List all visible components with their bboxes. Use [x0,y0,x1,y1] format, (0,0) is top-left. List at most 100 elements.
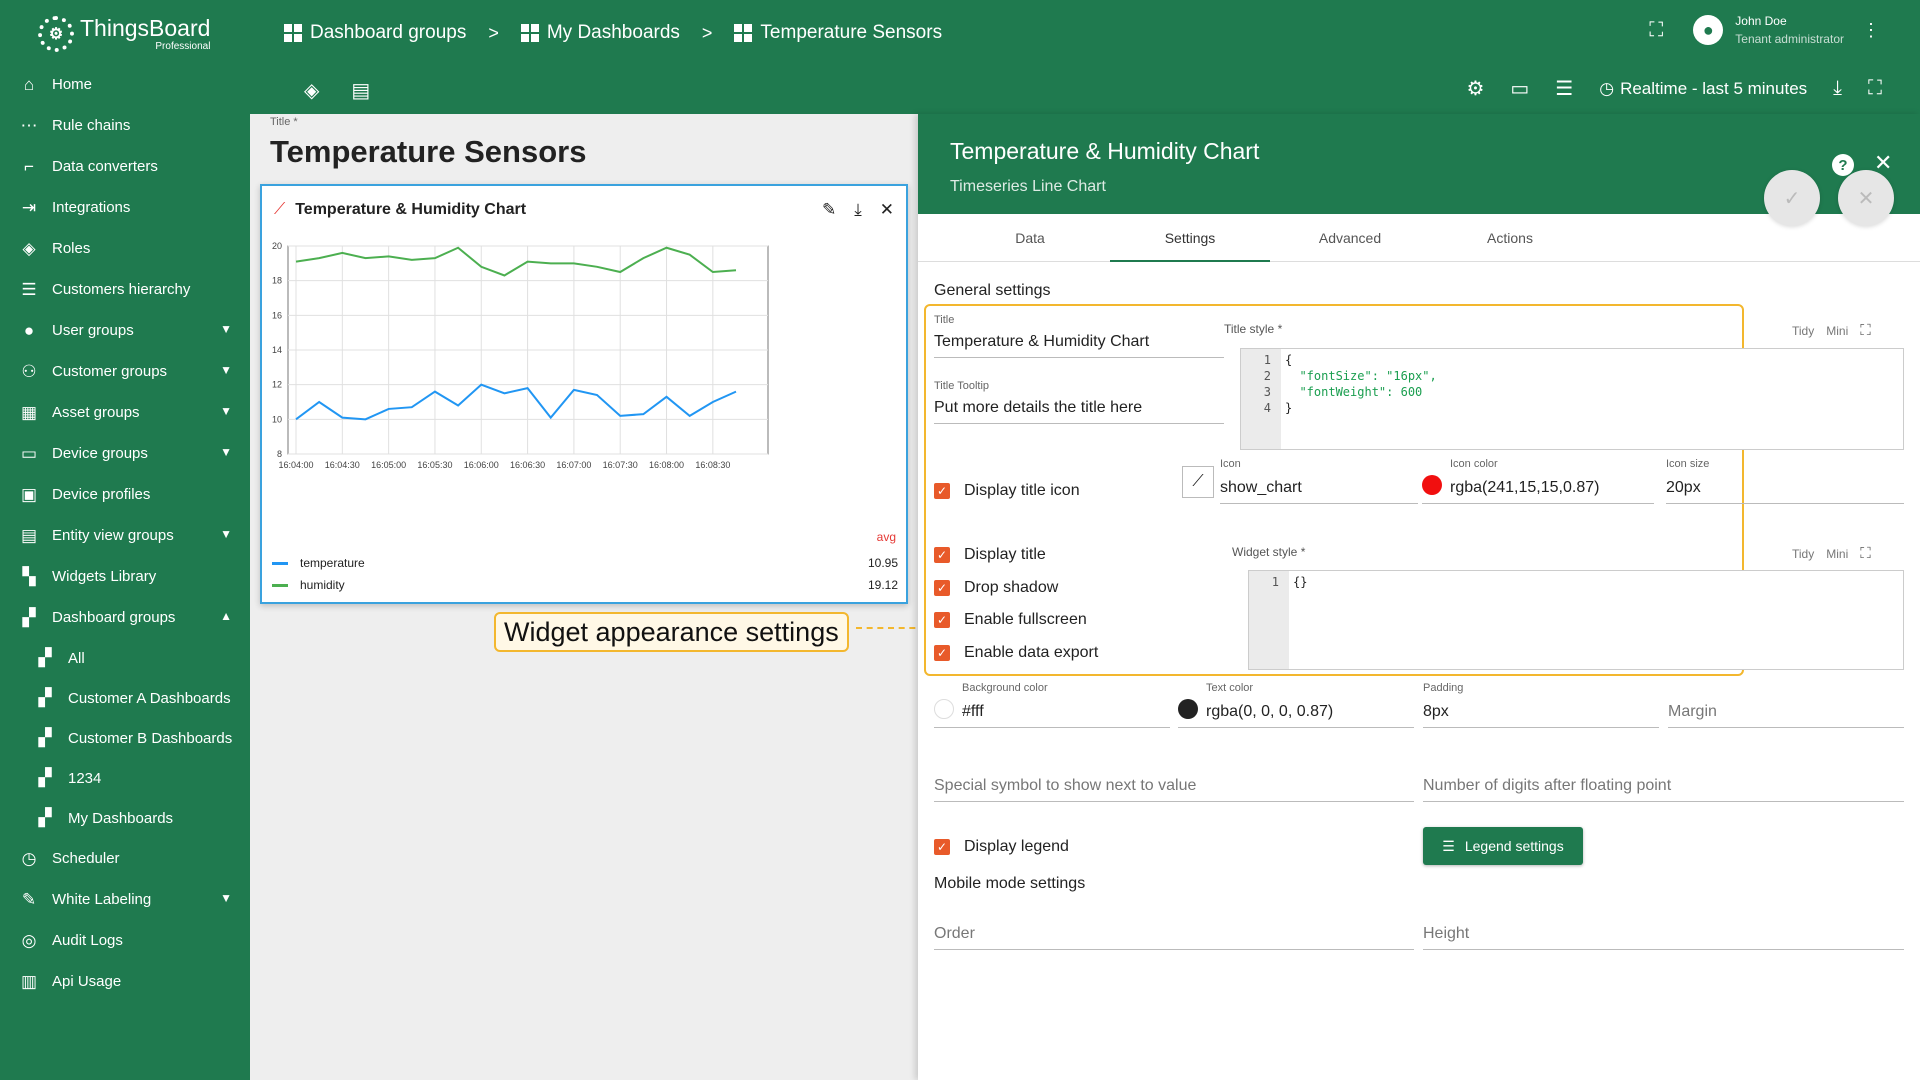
sidebar-item-widgets-library[interactable]: ▚ Widgets Library [0,556,250,597]
background-color-swatch[interactable] [934,699,954,719]
enable-fullscreen-checkbox[interactable]: ✓ Enable fullscreen [934,611,1087,629]
icon-color-field[interactable]: Icon color rgba(241,15,15,0.87) [1422,458,1654,504]
edit-icon[interactable]: ✎ [822,200,836,220]
tidy-button[interactable]: Tidy [1792,324,1814,338]
sidebar-item-data-converters[interactable]: ⌐ Data converters [0,146,250,187]
breadcrumb-my-dashboards[interactable]: My Dashboards [520,22,680,44]
legend-settings-button[interactable]: ☰ Legend settings [1423,827,1583,865]
text-color-field[interactable]: Text color rgba(0, 0, 0, 0.87) [1178,682,1414,728]
chevron-down-icon[interactable]: ▼ [220,363,232,377]
chevron-down-icon[interactable]: ▼ [220,527,232,541]
more-vert-icon[interactable]: ⋮ [1862,20,1880,41]
layers-icon[interactable]: ◈ [304,78,319,103]
sidebar-item-white-labeling[interactable]: ✎ White Labeling ▼ [0,879,250,920]
height-field[interactable]: Height [1423,908,1904,950]
sidebar-item-entity-view-groups[interactable]: ▤ Entity view groups ▼ [0,515,250,556]
chart-widget[interactable]: ⟋ Temperature & Humidity Chart ✎ ⤓ ✕ 8 10… [260,184,908,604]
margin-field[interactable]: Margin [1668,682,1904,728]
devices-icon[interactable]: ▭ [1510,76,1529,101]
icon-preview-show-chart-icon[interactable]: ⟋ [1182,466,1214,498]
code-line: { [1285,353,1293,367]
icon-size-field[interactable]: Icon size 20px [1666,458,1904,504]
chevron-down-icon[interactable]: ▼ [220,404,232,418]
sidebar-item-api-usage[interactable]: ▥ Api Usage [0,961,250,1002]
device-icon: ▭ [20,443,38,463]
sidebar-item-1234[interactable]: ▞ 1234 [0,758,250,798]
sidebar-item-scheduler[interactable]: ◷ Scheduler [0,838,250,879]
mini-button[interactable]: Mini [1826,324,1848,338]
thingsboard-logo[interactable]: ⚙ ThingsBoard Professional [38,14,210,54]
help-icon[interactable]: ? [1832,154,1854,176]
legend-item-humidity[interactable]: humidity 19.12 [272,574,898,596]
sidebar-item-asset-groups[interactable]: ▦ Asset groups ▼ [0,392,250,433]
tab-actions[interactable]: Actions [1430,214,1590,261]
close-icon[interactable]: ✕ [880,200,894,220]
sidebar-item-device-groups[interactable]: ▭ Device groups ▼ [0,433,250,474]
sidebar-item-customer-b-dashboards[interactable]: ▞ Customer B Dashboards [0,718,250,758]
title-style-editor[interactable]: 1{ 2 "fontSize": "16px", 3 "fontWeight":… [1240,348,1904,450]
fullscreen-icon[interactable]: ⛶ [1860,545,1871,562]
enable-data-export-checkbox[interactable]: ✓ Enable data export [934,644,1098,662]
chevron-up-icon[interactable]: ▲ [220,609,232,623]
panel-title: Temperature & Humidity Chart [950,138,1260,164]
fullscreen-icon[interactable]: ⛶ [1868,77,1882,100]
home-icon: ⌂ [23,74,35,94]
download-icon[interactable]: ⤓ [854,200,862,220]
layout-icon[interactable]: ▤ [351,78,370,103]
padding-field[interactable]: Padding 8px [1423,682,1659,728]
sidebar-item-device-profiles[interactable]: ▣ Device profiles [0,474,250,515]
sidebar-item-label: Customer groups [52,363,168,380]
tab-data[interactable]: Data [950,214,1110,261]
widget-style-editor[interactable]: 1{} [1248,570,1904,670]
sidebar-item-label: Customer B Dashboards [68,729,233,747]
sidebar-item-customer-a-dashboards[interactable]: ▞ Customer A Dashboards [0,678,250,718]
checkbox-checked-icon: ✓ [934,580,950,596]
display-title-checkbox[interactable]: ✓ Display title [934,546,1046,564]
display-legend-checkbox[interactable]: ✓ Display legend [934,838,1069,856]
chevron-down-icon[interactable]: ▼ [220,322,232,336]
chevron-down-icon[interactable]: ▼ [220,445,232,459]
title-tooltip-field[interactable]: Title Tooltip Put more details the title… [934,380,1224,424]
timewindow-button[interactable]: ◷ Realtime - last 5 minutes [1599,79,1807,99]
avatar[interactable]: ● [1693,15,1724,45]
filter-icon[interactable]: ☰ [1555,76,1573,101]
settings-gear-icon[interactable]: ⚙ [1466,76,1484,101]
sidebar-item-audit-logs[interactable]: ◎ Audit Logs [0,920,250,961]
title-field[interactable]: Title Temperature & Humidity Chart [934,314,1224,358]
tab-advanced[interactable]: Advanced [1270,214,1430,261]
sidebar-item-user-groups[interactable]: ● User groups ▼ [0,310,250,351]
download-icon[interactable]: ⤓ [1833,77,1842,100]
drop-shadow-checkbox[interactable]: ✓ Drop shadow [934,579,1058,597]
decimals-field[interactable]: Number of digits after floating point [1423,760,1904,802]
tab-settings[interactable]: Settings [1110,214,1270,262]
fullscreen-icon[interactable]: ⛶ [1860,322,1871,339]
sidebar-item-all[interactable]: ▞ All [0,638,250,678]
sidebar-item-label: Scheduler [52,850,120,867]
sidebar-item-customer-groups[interactable]: ⚇ Customer groups ▼ [0,351,250,392]
sidebar-item-rule-chains[interactable]: ⋯ Rule chains [0,105,250,146]
sidebar-item-integrations[interactable]: ⇥ Integrations [0,187,250,228]
mini-button[interactable]: Mini [1826,547,1848,561]
sidebar-item-customers-hierarchy[interactable]: ☰ Customers hierarchy [0,269,250,310]
special-symbol-field[interactable]: Special symbol to show next to value [934,760,1414,802]
sidebar-item-dashboard-groups[interactable]: ▞ Dashboard groups ▲ [0,597,250,638]
legend-item-temperature[interactable]: temperature 10.95 [272,552,898,574]
sidebar-nav: ⌂ Home ⋯ Rule chains ⌐ Data converters ⇥ Integr… [0,64,250,1002]
fullscreen-icon[interactable]: ⛶ [1649,19,1663,42]
icon-color-swatch[interactable] [1422,475,1442,495]
icon-field[interactable]: Icon show_chart [1220,458,1418,504]
sidebar-item-home[interactable]: ⌂ Home [0,64,250,105]
display-title-icon-checkbox[interactable]: ✓ Display title icon [934,482,1080,500]
legend-series-avg: 10.95 [867,556,898,570]
breadcrumb-temperature-sensors[interactable]: Temperature Sensors [734,22,942,44]
dashboard-title[interactable]: Temperature Sensors [270,134,586,170]
tidy-button[interactable]: Tidy [1792,547,1814,561]
chevron-down-icon[interactable]: ▼ [220,891,232,905]
background-color-field[interactable]: Background color #fff [934,682,1170,728]
text-color-swatch[interactable] [1178,699,1198,719]
hierarchy-icon: ☰ [21,279,37,299]
breadcrumb-dashboard-groups[interactable]: Dashboard groups [284,22,466,44]
sidebar-item-my-dashboards[interactable]: ▞ My Dashboards [0,798,250,838]
order-field[interactable]: Order [934,908,1414,950]
sidebar-item-roles[interactable]: ◈ Roles [0,228,250,269]
